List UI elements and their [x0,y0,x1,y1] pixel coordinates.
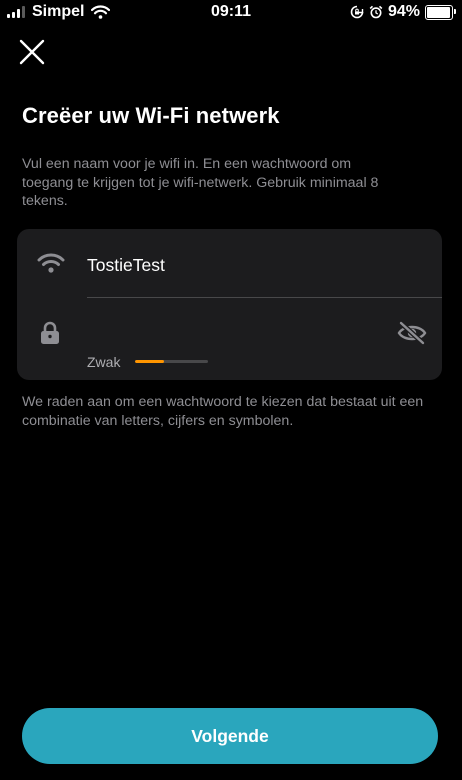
password-advice-text: We raden aan om een wachtwoord te kiezen… [22,394,424,429]
page-title: Creëer uw Wi-Fi netwerk [22,103,280,128]
eye-slash-icon [397,321,427,345]
password-strength-label: Zwak [87,354,121,370]
battery-percentage: 94% [387,3,420,20]
rotation-lock-icon [350,5,364,19]
status-right: 94% [350,3,456,21]
close-icon [19,39,45,65]
status-bar: Simpel 09:11 94% [0,0,462,26]
wifi-icon [37,253,65,273]
field-divider [87,297,442,298]
password-input[interactable] [87,317,377,349]
close-button[interactable] [18,38,46,66]
password-strength-fill [135,360,165,363]
battery-icon [425,4,456,20]
lock-icon [41,321,59,344]
next-button[interactable]: Volgende [22,708,438,764]
network-name-input[interactable] [87,249,407,281]
password-visibility-toggle[interactable] [397,321,427,345]
alarm-icon [369,5,383,19]
password-strength-meter [135,360,208,363]
intro-text: Vul een naam voor je wifi in. En een wac… [22,156,379,209]
network-form-card: Zwak [17,229,442,380]
